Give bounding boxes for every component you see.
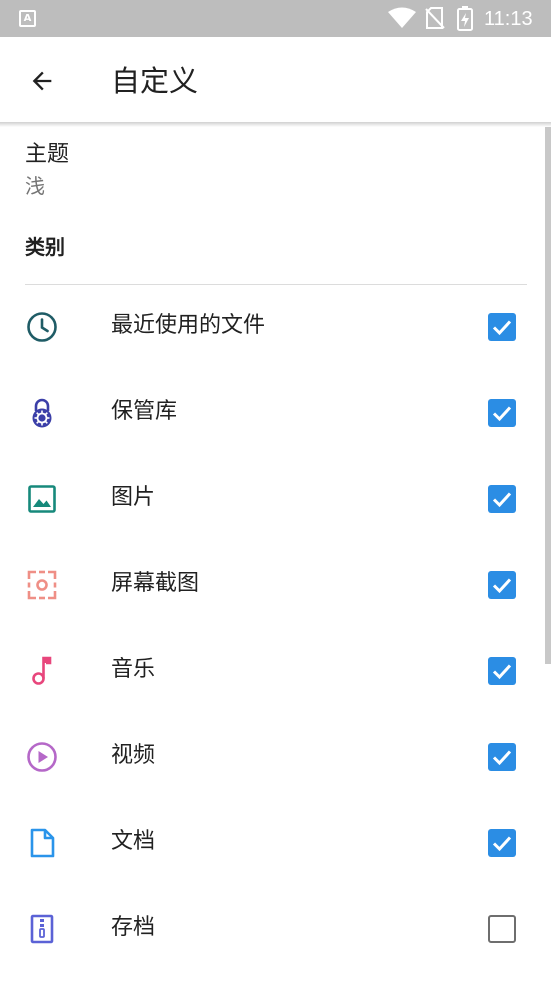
- theme-preference[interactable]: 主题 浅: [0, 127, 545, 207]
- category-checkbox[interactable]: [488, 485, 516, 513]
- category-row-archives[interactable]: 存档: [0, 886, 545, 972]
- category-checkbox[interactable]: [488, 313, 516, 341]
- category-label: 音乐: [111, 657, 156, 682]
- back-button[interactable]: [16, 56, 68, 106]
- image-icon: [28, 485, 56, 513]
- check-icon: [492, 664, 512, 680]
- category-checkbox[interactable]: [488, 571, 516, 599]
- category-label: 存档: [111, 915, 156, 940]
- scrollbar[interactable]: [545, 127, 551, 664]
- music-note-icon: [32, 656, 52, 685]
- category-checkbox[interactable]: [488, 743, 516, 771]
- category-checkbox[interactable]: [488, 915, 516, 943]
- archive-zip-icon: [30, 914, 54, 944]
- no-sim-icon: [425, 7, 445, 29]
- check-icon: [492, 492, 512, 508]
- category-label: 文档: [111, 829, 156, 854]
- check-icon: [492, 320, 512, 336]
- screenshot-icon: [27, 570, 57, 600]
- category-header: 类别: [25, 235, 65, 259]
- category-row-images[interactable]: 图片: [0, 456, 545, 542]
- app-bar: 自定义: [0, 37, 551, 124]
- status-time: 11:13: [484, 8, 533, 30]
- clock-icon: [27, 312, 57, 342]
- category-label: 图片: [111, 485, 156, 510]
- check-icon: [492, 836, 512, 852]
- category-row-vault[interactable]: 保管库: [0, 370, 545, 456]
- settings-list: 主题 浅 类别 最近使用的文件 保管库 图片 屏幕截图 音乐 视频 文档 存档: [0, 127, 551, 981]
- check-icon: [492, 578, 512, 594]
- status-bar: A 11:13: [0, 0, 551, 37]
- category-checkbox[interactable]: [488, 399, 516, 427]
- category-label: 保管库: [111, 399, 178, 424]
- notification-icon: A: [19, 10, 36, 27]
- category-row-documents[interactable]: 文档: [0, 800, 545, 886]
- battery-charging-icon: [457, 6, 473, 31]
- category-row-recent[interactable]: 最近使用的文件: [0, 284, 545, 370]
- check-icon: [492, 750, 512, 766]
- category-label: 最近使用的文件: [111, 313, 266, 338]
- document-icon: [30, 828, 55, 858]
- check-icon: [492, 406, 512, 422]
- category-label: 屏幕截图: [111, 571, 200, 596]
- play-circle-icon: [27, 742, 57, 772]
- page-title: 自定义: [111, 64, 199, 98]
- theme-title: 主题: [25, 142, 70, 167]
- category-row-music[interactable]: 音乐: [0, 628, 545, 714]
- category-row-screenshots[interactable]: 屏幕截图: [0, 542, 545, 628]
- arrow-left-icon: [32, 71, 52, 91]
- wifi-icon: [388, 7, 416, 28]
- category-label: 视频: [111, 743, 156, 768]
- theme-value: 浅: [25, 174, 45, 198]
- category-checkbox[interactable]: [488, 829, 516, 857]
- safe-lock-icon: [32, 398, 52, 428]
- category-checkbox[interactable]: [488, 657, 516, 685]
- category-row-videos[interactable]: 视频: [0, 714, 545, 800]
